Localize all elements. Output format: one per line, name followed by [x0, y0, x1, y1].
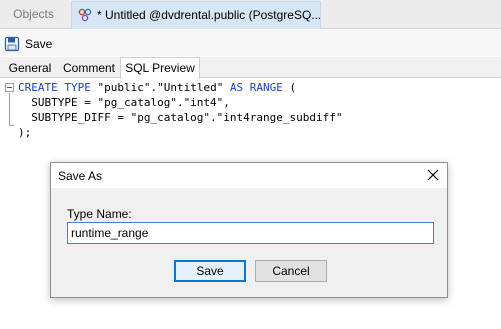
sql-line-3: SUBTYPE_DIFF = "pg_catalog"."int4range_s… [18, 111, 343, 124]
fold-guide-end [9, 125, 14, 126]
sql-type-name: "public"."Untitled" [90, 81, 230, 94]
save-toolbar-label: Save [25, 37, 53, 51]
sql-keyword: CREATE TYPE [18, 81, 91, 94]
range-type-icon [78, 8, 92, 22]
save-button[interactable]: Save [174, 260, 246, 282]
toolbar: Save [0, 30, 501, 56]
type-name-label: Type Name: [67, 207, 132, 221]
tab-objects[interactable]: Objects [0, 0, 67, 29]
dialog-titlebar: Save As [51, 163, 447, 188]
tab-untitled-editor[interactable]: * Untitled @dvdrental.public (PostgreSQ.… [71, 1, 321, 29]
save-toolbar-button[interactable]: Save [4, 34, 52, 54]
save-as-dialog: Save As Type Name: Save Cancel [50, 162, 448, 298]
sql-paren: ( [282, 81, 297, 94]
fold-guide [9, 93, 10, 125]
top-tab-bar: Objects * Untitled @dvdrental.public (Po… [0, 0, 501, 29]
close-icon[interactable] [425, 167, 441, 183]
cancel-button[interactable]: Cancel [255, 260, 327, 282]
tab-untitled-label: * Untitled @dvdrental.public (PostgreSQ.… [97, 8, 321, 22]
tab-sql-preview[interactable]: SQL Preview [120, 57, 200, 79]
floppy-disk-icon [4, 36, 20, 52]
tab-comment[interactable]: Comment [58, 59, 120, 78]
sql-line-2: SUBTYPE = "pg_catalog"."int4", [18, 96, 230, 109]
fold-toggle[interactable] [5, 83, 14, 92]
tab-general[interactable]: General [3, 59, 57, 78]
dialog-title: Save As [58, 169, 103, 183]
sql-line-1: CREATE TYPE "public"."Untitled" AS RANGE… [18, 81, 296, 94]
sql-keyword: AS RANGE [229, 81, 283, 94]
type-name-input[interactable] [67, 222, 434, 244]
sub-tab-bar: General Comment SQL Preview [0, 57, 501, 79]
sql-line-4: ); [18, 126, 32, 139]
